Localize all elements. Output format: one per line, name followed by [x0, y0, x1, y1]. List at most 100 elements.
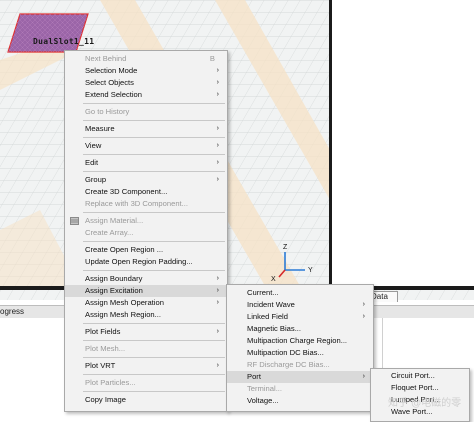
axis-x-label: X [271, 276, 276, 283]
menu-item-assign-excitation[interactable]: Assign Excitation › [65, 285, 227, 297]
axis-y-label: Y [308, 267, 313, 274]
menu-item-floquet-port[interactable]: Floquet Port... [371, 382, 469, 394]
menu-separator [83, 270, 225, 271]
menu-item-update-open-region-padding[interactable]: Update Open Region Padding... [65, 256, 227, 268]
menu-item-label: Port [247, 372, 261, 381]
menu-item-label: Assign Mesh Region... [85, 310, 161, 319]
menu-item-label: Go to History [85, 107, 130, 116]
menu-separator [83, 171, 225, 172]
menu-item-current[interactable]: Current... [227, 287, 373, 299]
menu-item-view[interactable]: View › [65, 140, 227, 152]
menu-separator [83, 120, 225, 121]
menu-item-label: View [85, 141, 102, 150]
menu-item-voltage[interactable]: Voltage... [227, 395, 373, 407]
chevron-right-icon: › [362, 313, 365, 320]
assign-excitation-submenu: Current... Incident Wave › Linked Field › Mag… [226, 284, 374, 412]
menu-item-edit[interactable]: Edit › [65, 157, 227, 169]
menu-item-port[interactable]: Port › [227, 371, 373, 383]
axis-z-label: Z [283, 244, 288, 251]
menu-item-label: Edit [85, 158, 99, 167]
menu-item-copy-image[interactable]: Copy Image [65, 394, 227, 406]
context-menu: Next Behind B Selection Mode › Select Object… [64, 50, 228, 412]
menu-item-magnetic-bias[interactable]: Magnetic Bias... [227, 323, 373, 335]
menu-item-create-array: Create Array... [65, 227, 227, 239]
menu-item-next-behind: Next Behind B [65, 53, 227, 65]
menu-item-plot-particles: Plot Particles... [65, 377, 227, 389]
menu-separator [83, 212, 225, 213]
menu-item-label: Multipaction DC Bias... [247, 348, 324, 357]
menu-separator [83, 241, 225, 242]
menu-item-label: Replace with 3D Component... [85, 199, 188, 208]
menu-item-create-open-region[interactable]: Create Open Region ... [65, 244, 227, 256]
menu-item-assign-boundary[interactable]: Assign Boundary › [65, 273, 227, 285]
menu-item-label: Plot Mesh... [85, 344, 126, 353]
menu-item-label: Copy Image [85, 395, 126, 404]
menu-item-label: Current... [247, 288, 279, 297]
menu-item-label: Plot Particles... [85, 378, 136, 387]
menu-item-plot-mesh: Plot Mesh... [65, 343, 227, 355]
menu-item-linked-field[interactable]: Linked Field › [227, 311, 373, 323]
menu-item-plot-fields[interactable]: Plot Fields › [65, 326, 227, 338]
menu-item-label: Assign Material... [85, 216, 144, 225]
menu-item-label: Circuit Port... [391, 371, 435, 380]
menu-item-assign-mesh-operation[interactable]: Assign Mesh Operation › [65, 297, 227, 309]
menu-item-assign-material: Assign Material... [65, 215, 227, 227]
menu-item-shortcut: B [209, 54, 215, 63]
menu-item-label: Plot Fields [85, 327, 121, 336]
chevron-right-icon: › [216, 67, 219, 74]
menu-item-label: Incident Wave [247, 300, 295, 309]
menu-item-label: Voltage... [247, 396, 279, 405]
menu-item-label: Multipaction Charge Region... [247, 336, 348, 345]
chevron-right-icon: › [216, 91, 219, 98]
menu-item-label: Terminal... [247, 384, 283, 393]
menu-item-label: Floquet Port... [391, 383, 439, 392]
menu-item-label: Next Behind [85, 54, 127, 63]
menu-separator [83, 137, 225, 138]
chevron-right-icon: › [216, 142, 219, 149]
menu-item-circuit-port[interactable]: Circuit Port... [371, 370, 469, 382]
menu-separator [83, 391, 225, 392]
menu-item-label: Selection Mode [85, 66, 138, 75]
menu-item-terminal: Terminal... [227, 383, 373, 395]
menu-item-label: Update Open Region Padding... [85, 257, 193, 266]
material-icon [70, 217, 79, 225]
menu-item-multipaction-charge-region[interactable]: Multipaction Charge Region... [227, 335, 373, 347]
menu-separator [83, 357, 225, 358]
menu-item-label: Linked Field [247, 312, 288, 321]
menu-item-replace-with-3d-component: Replace with 3D Component... [65, 198, 227, 210]
menu-item-label: Plot VRT [85, 361, 116, 370]
menu-separator [83, 103, 225, 104]
chevron-right-icon: › [362, 301, 365, 308]
menu-item-multipaction-dc-bias[interactable]: Multipaction DC Bias... [227, 347, 373, 359]
menu-separator [83, 340, 225, 341]
menu-item-label: Extend Selection [85, 90, 142, 99]
menu-item-plot-vrt[interactable]: Plot VRT › [65, 360, 227, 372]
menu-item-label: Group [85, 175, 107, 184]
right-panel [332, 0, 474, 286]
chevron-right-icon: › [362, 373, 365, 380]
menu-item-label: Create 3D Component... [85, 187, 168, 196]
menu-item-selection-mode[interactable]: Selection Mode › [65, 65, 227, 77]
menu-item-create-3d-component[interactable]: Create 3D Component... [65, 186, 227, 198]
menu-separator [83, 323, 225, 324]
chevron-right-icon: › [216, 299, 219, 306]
chevron-right-icon: › [216, 176, 219, 183]
chevron-right-icon: › [216, 275, 219, 282]
object-name-label: DualSlot1_11 [33, 37, 95, 46]
menu-item-group[interactable]: Group › [65, 174, 227, 186]
menu-separator [83, 374, 225, 375]
menu-item-label: Create Array... [85, 228, 134, 237]
menu-item-incident-wave[interactable]: Incident Wave › [227, 299, 373, 311]
watermark-text: 知乎 @电磁的零 [388, 398, 462, 409]
chevron-right-icon: › [216, 79, 219, 86]
menu-item-label: Create Open Region ... [85, 245, 164, 254]
menu-item-extend-selection[interactable]: Extend Selection › [65, 89, 227, 101]
menu-item-assign-mesh-region[interactable]: Assign Mesh Region... [65, 309, 227, 321]
menu-item-measure[interactable]: Measure › [65, 123, 227, 135]
tab-progress[interactable]: ogress [0, 307, 24, 316]
menu-item-label: Magnetic Bias... [247, 324, 302, 333]
menu-item-label: Select Objects [85, 78, 134, 87]
chevron-right-icon: › [216, 125, 219, 132]
menu-item-select-objects[interactable]: Select Objects › [65, 77, 227, 89]
menu-separator [83, 154, 225, 155]
